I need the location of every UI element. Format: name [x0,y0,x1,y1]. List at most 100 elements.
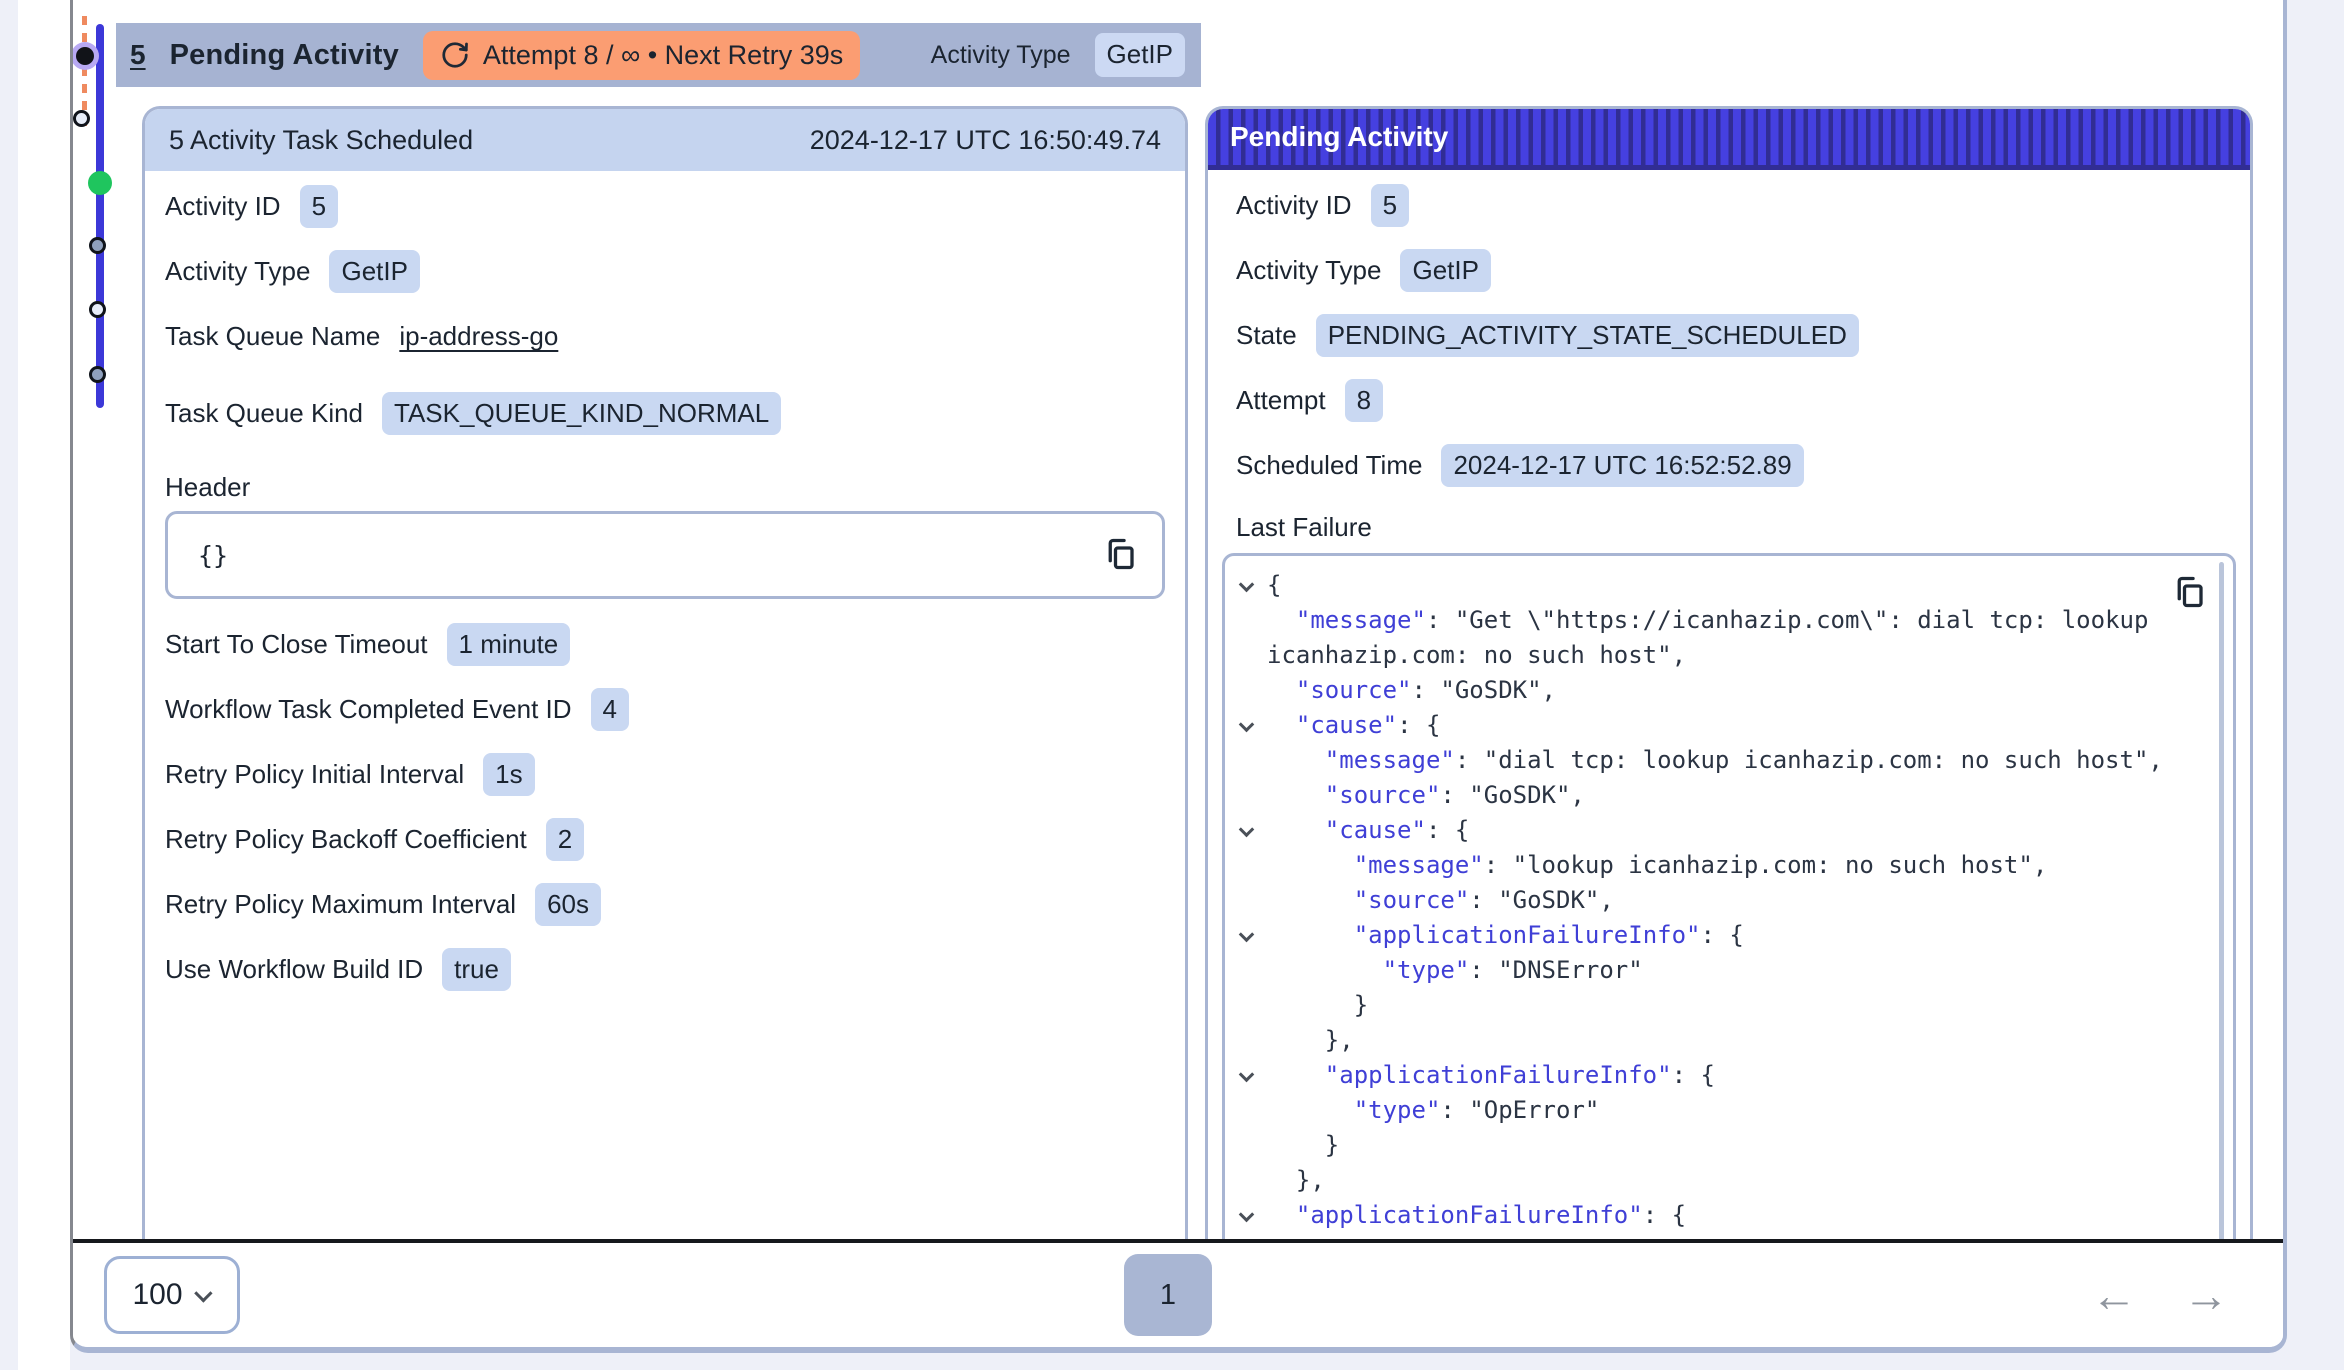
code-scrollbar[interactable] [2219,562,2224,1239]
field-label: Retry Policy Backoff Coefficient [165,824,527,855]
field-value-badge: 1s [483,753,534,796]
field-value-badge: 1 minute [447,623,571,666]
timeline-node-event-4[interactable] [89,301,106,318]
field-label: Task Queue Name [165,321,380,352]
event-id-link[interactable]: 5 [130,39,146,71]
field-row: Retry Policy Backoff Coefficient 2 [165,816,1165,863]
field-row: State PENDING_ACTIVITY_STATE_SCHEDULED [1222,312,2236,359]
header-payload-box: {} [165,511,1165,599]
pending-activity-row-header[interactable]: 5 Pending Activity Attempt 8 / ∞ • Next … [116,23,1201,87]
field-row: Activity Type GetIP [1222,247,2236,294]
task-queue-link[interactable]: ip-address-go [399,321,558,352]
timeline-node-event-3[interactable] [89,237,106,254]
attempt-badge: 8 [1345,379,1383,422]
retry-attempt-text: Attempt 8 / ∞ • Next Retry 39s [483,40,843,71]
scheduled-time-badge: 2024-12-17 UTC 16:52:52.89 [1441,444,1803,487]
field-label: Activity ID [1236,190,1352,221]
collapse-chevron-icon[interactable] [1235,1198,1267,1233]
code-line: "type": "OpError" [1235,1093,2215,1128]
code-line: "applicationFailureInfo": { [1235,1198,2215,1233]
field-label: Retry Policy Maximum Interval [165,889,516,920]
timeline-node-event-5[interactable] [89,366,106,383]
activity-type-label: Activity Type [931,41,1071,70]
code-gutter [1235,1093,1267,1128]
field-row: Activity ID 5 [1222,182,2236,229]
collapse-chevron-icon[interactable] [1235,918,1267,953]
chevron-down-icon [194,1284,212,1302]
pending-activity-title: Pending Activity [1230,121,1448,153]
field-value-badge: 2 [546,818,584,861]
field-label: Start To Close Timeout [165,629,428,660]
code-line: { [1235,568,2215,603]
field-label: Activity Type [165,256,310,287]
code-line: "applicationFailureInfo": { [1235,918,2215,953]
field-value-badge: 4 [591,688,629,731]
last-failure-label: Last Failure [1222,507,2236,547]
field-label: Activity Type [1236,255,1381,286]
code-line: "cause": { [1235,708,2215,743]
code-gutter [1235,778,1267,813]
code-line: "cause": { [1235,813,2215,848]
code-gutter [1235,673,1267,708]
event-detail-title: 5 Activity Task Scheduled [169,125,473,156]
code-line: "source": "GoSDK", [1235,883,2215,918]
field-label: State [1236,320,1297,351]
code-line: "applicationFailureInfo": { [1235,1058,2215,1093]
field-value-badge: GetIP [1400,249,1490,292]
activity-type-badge: GetIP [1095,33,1185,76]
field-label: Workflow Task Completed Event ID [165,694,572,725]
next-page-arrow-icon[interactable]: → [2183,1268,2229,1322]
field-row: Scheduled Time 2024-12-17 UTC 16:52:52.8… [1222,442,2236,489]
code-line: }, [1235,1163,2215,1198]
timeline-node-scheduled[interactable] [73,110,90,127]
retry-attempt-badge: Attempt 8 / ∞ • Next Retry 39s [423,31,860,80]
timeline-node-pending-current[interactable] [76,47,94,65]
field-row: Use Workflow Build ID true [165,946,1165,993]
field-value-badge: true [442,948,511,991]
field-row: Activity ID 5 [165,183,1165,230]
copy-icon[interactable] [2171,572,2207,612]
field-label: Scheduled Time [1236,450,1422,481]
code-line: "message": "lookup icanhazip.com: no suc… [1235,848,2215,883]
timeline-node-completed[interactable] [88,171,112,195]
code-line: } [1235,988,2215,1023]
field-row: Start To Close Timeout 1 minute [165,621,1165,668]
field-row: Attempt 8 [1222,377,2236,424]
code-gutter [1235,743,1267,778]
event-history-card: 5 Pending Activity Attempt 8 / ∞ • Next … [70,0,2287,1353]
page-size-select[interactable]: 100 [104,1256,240,1334]
collapse-chevron-icon[interactable] [1235,1058,1267,1093]
event-detail-panel: 5 Activity Task Scheduled 2024-12-17 UTC… [142,106,1188,1239]
adjacent-panel-edge [18,0,70,1370]
copy-icon[interactable] [1102,534,1138,574]
code-line: "type": "DNSError" [1235,953,2215,988]
code-gutter [1235,1128,1267,1163]
pending-activity-panel: Pending Activity Activity ID 5 Activity … [1205,106,2253,1239]
previous-page-arrow-icon[interactable]: ← [2091,1268,2137,1322]
page-number-button[interactable]: 1 [1124,1254,1212,1336]
pagination-footer: 100 1 ← → [73,1243,2283,1347]
collapse-chevron-icon[interactable] [1235,568,1267,603]
state-badge: PENDING_ACTIVITY_STATE_SCHEDULED [1316,314,1859,357]
code-gutter [1235,1233,1267,1239]
code-gutter [1235,603,1267,673]
field-row: Workflow Task Completed Event ID 4 [165,686,1165,733]
code-line: }, [1235,1023,2215,1058]
retry-icon [440,40,470,70]
code-gutter [1235,953,1267,988]
field-row: Retry Policy Initial Interval 1s [165,751,1165,798]
code-line: "message": "Get \"https://icanhazip.com\… [1235,603,2215,673]
timeline-track [96,24,104,408]
code-gutter [1235,988,1267,1023]
field-label: Use Workflow Build ID [165,954,423,985]
field-value-badge: GetIP [329,250,419,293]
last-failure-code-block: { "message": "Get \"https://icanhazip.co… [1222,553,2236,1239]
header-payload-value: {} [198,541,228,570]
code-gutter [1235,848,1267,883]
event-detail-timestamp: 2024-12-17 UTC 16:50:49.74 [810,125,1161,156]
collapse-chevron-icon[interactable] [1235,708,1267,743]
collapse-chevron-icon[interactable] [1235,813,1267,848]
code-line: "source": "GoSDK", [1235,778,2215,813]
field-label: Task Queue Kind [165,398,363,429]
field-value-badge: 5 [300,185,338,228]
